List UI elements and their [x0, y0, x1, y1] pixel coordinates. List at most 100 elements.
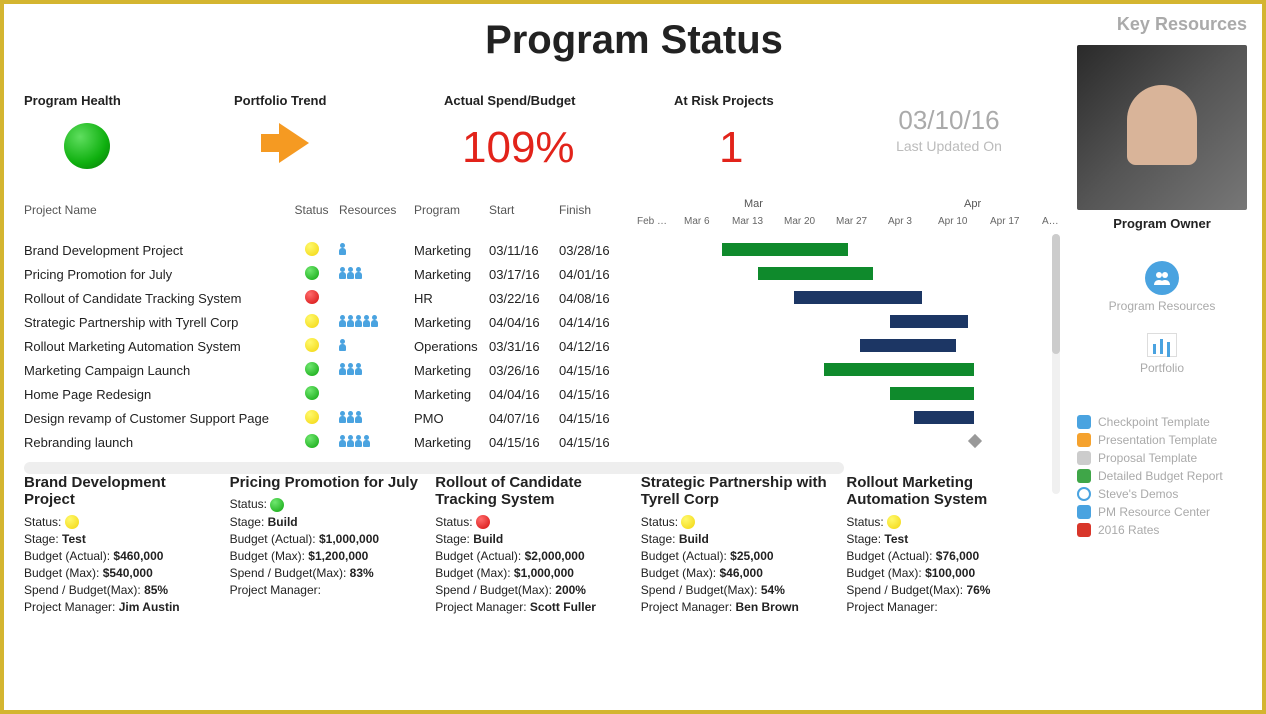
status-dot-icon [305, 242, 319, 256]
person-icon [347, 435, 354, 447]
project-name[interactable]: Brand Development Project [24, 243, 284, 258]
gantt-tick: Apr 10 [938, 216, 967, 227]
col-program[interactable]: Program [414, 203, 489, 217]
col-start[interactable]: Start [489, 203, 559, 217]
horizontal-scrollbar[interactable] [24, 462, 844, 474]
gantt-bar[interactable] [722, 243, 848, 256]
gantt-bar[interactable] [914, 411, 974, 424]
status-dot-icon [305, 290, 319, 304]
resource-link[interactable]: PM Resource Center [1077, 505, 1247, 519]
gantt-tick: Feb … [637, 216, 667, 227]
project-name[interactable]: Marketing Campaign Launch [24, 363, 284, 378]
program-resources-link[interactable]: Program Resources [1077, 299, 1247, 313]
project-name[interactable]: Pricing Promotion for July [24, 267, 284, 282]
resource-link[interactable]: Detailed Budget Report [1077, 469, 1247, 483]
card-status: Status: [846, 515, 1042, 530]
project-card[interactable]: Strategic Partnership with Tyrell CorpSt… [641, 474, 837, 617]
resource-link[interactable]: Presentation Template [1077, 433, 1247, 447]
project-card[interactable]: Rollout Marketing Automation SystemStatu… [846, 474, 1042, 617]
status-dot-icon [270, 498, 284, 512]
table-row[interactable]: Pricing Promotion for JulyMarketing03/17… [24, 262, 1042, 286]
gantt-bar[interactable] [758, 267, 873, 280]
portfolio-icon[interactable] [1147, 333, 1177, 357]
card-title: Pricing Promotion for July [230, 474, 426, 491]
gantt-tick: Mar 20 [784, 216, 815, 227]
col-status[interactable]: Status [284, 203, 339, 217]
finish-date: 04/08/16 [559, 291, 629, 306]
card-budget-actual: Budget (Actual): $76,000 [846, 549, 1042, 563]
project-name[interactable]: Strategic Partnership with Tyrell Corp [24, 315, 284, 330]
finish-date: 04/12/16 [559, 339, 629, 354]
status-dot-icon [681, 515, 695, 529]
kpi-spend-label: Actual Spend/Budget [444, 93, 674, 108]
project-name[interactable]: Home Page Redesign [24, 387, 284, 402]
finish-date: 04/15/16 [559, 387, 629, 402]
card-spend-pct: Spend / Budget(Max): 200% [435, 583, 631, 597]
person-icon [347, 363, 354, 375]
portfolio-link[interactable]: Portfolio [1077, 361, 1247, 375]
program-resources-icon[interactable] [1145, 261, 1179, 295]
start-date: 04/04/16 [489, 387, 559, 402]
table-row[interactable]: Design revamp of Customer Support PagePM… [24, 406, 1042, 430]
project-name[interactable]: Design revamp of Customer Support Page [24, 411, 284, 426]
table-row[interactable]: Brand Development Project Marketing03/11/… [24, 238, 1042, 262]
resource-link[interactable]: Steve's Demos [1077, 487, 1247, 501]
project-card[interactable]: Pricing Promotion for JulyStatus: Stage:… [230, 474, 426, 617]
status-dot-icon [305, 338, 319, 352]
gantt-bar[interactable] [890, 315, 968, 328]
kpi-risk-value: 1 [719, 123, 874, 173]
project-card[interactable]: Brand Development ProjectStatus: Stage: … [24, 474, 220, 617]
status-dot-icon [887, 515, 901, 529]
person-icon [355, 411, 362, 423]
gantt-bar[interactable] [860, 339, 956, 352]
col-name[interactable]: Project Name [24, 203, 284, 217]
person-icon [339, 435, 346, 447]
col-resources[interactable]: Resources [339, 203, 414, 217]
card-spend-pct: Spend / Budget(Max): 83% [230, 566, 426, 580]
kpi-health-label: Program Health [24, 93, 234, 108]
gantt-bar[interactable] [890, 387, 974, 400]
finish-date: 04/15/16 [559, 411, 629, 426]
gantt-bar[interactable] [824, 363, 974, 376]
file-icon [1077, 451, 1091, 465]
col-finish[interactable]: Finish [559, 203, 629, 217]
resource-link-label: Checkpoint Template [1098, 415, 1210, 429]
last-updated-date: 03/10/16 [874, 105, 1024, 136]
gantt-month: Apr [964, 198, 981, 210]
status-dot-icon [305, 266, 319, 280]
person-icon [339, 339, 346, 351]
gantt-tick: A… [1042, 216, 1059, 227]
resource-link-label: Detailed Budget Report [1098, 469, 1223, 483]
card-title: Rollout of Candidate Tracking System [435, 474, 631, 509]
person-icon [371, 315, 378, 327]
person-icon [363, 315, 370, 327]
card-stage: Stage: Test [24, 532, 220, 546]
program-owner-photo[interactable] [1077, 45, 1247, 210]
card-budget-max: Budget (Max): $540,000 [24, 566, 220, 580]
gantt-bar[interactable] [794, 291, 922, 304]
program-cell: Operations [414, 339, 489, 354]
status-dot-icon [305, 314, 319, 328]
person-icon [339, 315, 346, 327]
person-icon [347, 315, 354, 327]
project-name[interactable]: Rollout Marketing Automation System [24, 339, 284, 354]
resource-link-label: Presentation Template [1098, 433, 1217, 447]
person-icon [339, 363, 346, 375]
resource-link[interactable]: 2016 Rates [1077, 523, 1247, 537]
last-updated-label: Last Updated On [874, 138, 1024, 154]
status-dot-icon [305, 386, 319, 400]
project-card[interactable]: Rollout of Candidate Tracking SystemStat… [435, 474, 631, 617]
table-row[interactable]: Rebranding launchMarketing04/15/1604/15/… [24, 430, 1042, 454]
vertical-scroll-thumb[interactable] [1052, 234, 1060, 354]
gantt-tick: Mar 27 [836, 216, 867, 227]
resource-link[interactable]: Proposal Template [1077, 451, 1247, 465]
project-name[interactable]: Rebranding launch [24, 435, 284, 450]
start-date: 03/11/16 [489, 243, 559, 258]
program-cell: Marketing [414, 243, 489, 258]
page-title: Program Status [434, 18, 834, 63]
project-name[interactable]: Rollout of Candidate Tracking System [24, 291, 284, 306]
gantt-tick: Mar 6 [684, 216, 710, 227]
card-status: Status: [230, 497, 426, 512]
resource-link[interactable]: Checkpoint Template [1077, 415, 1247, 429]
start-date: 03/17/16 [489, 267, 559, 282]
